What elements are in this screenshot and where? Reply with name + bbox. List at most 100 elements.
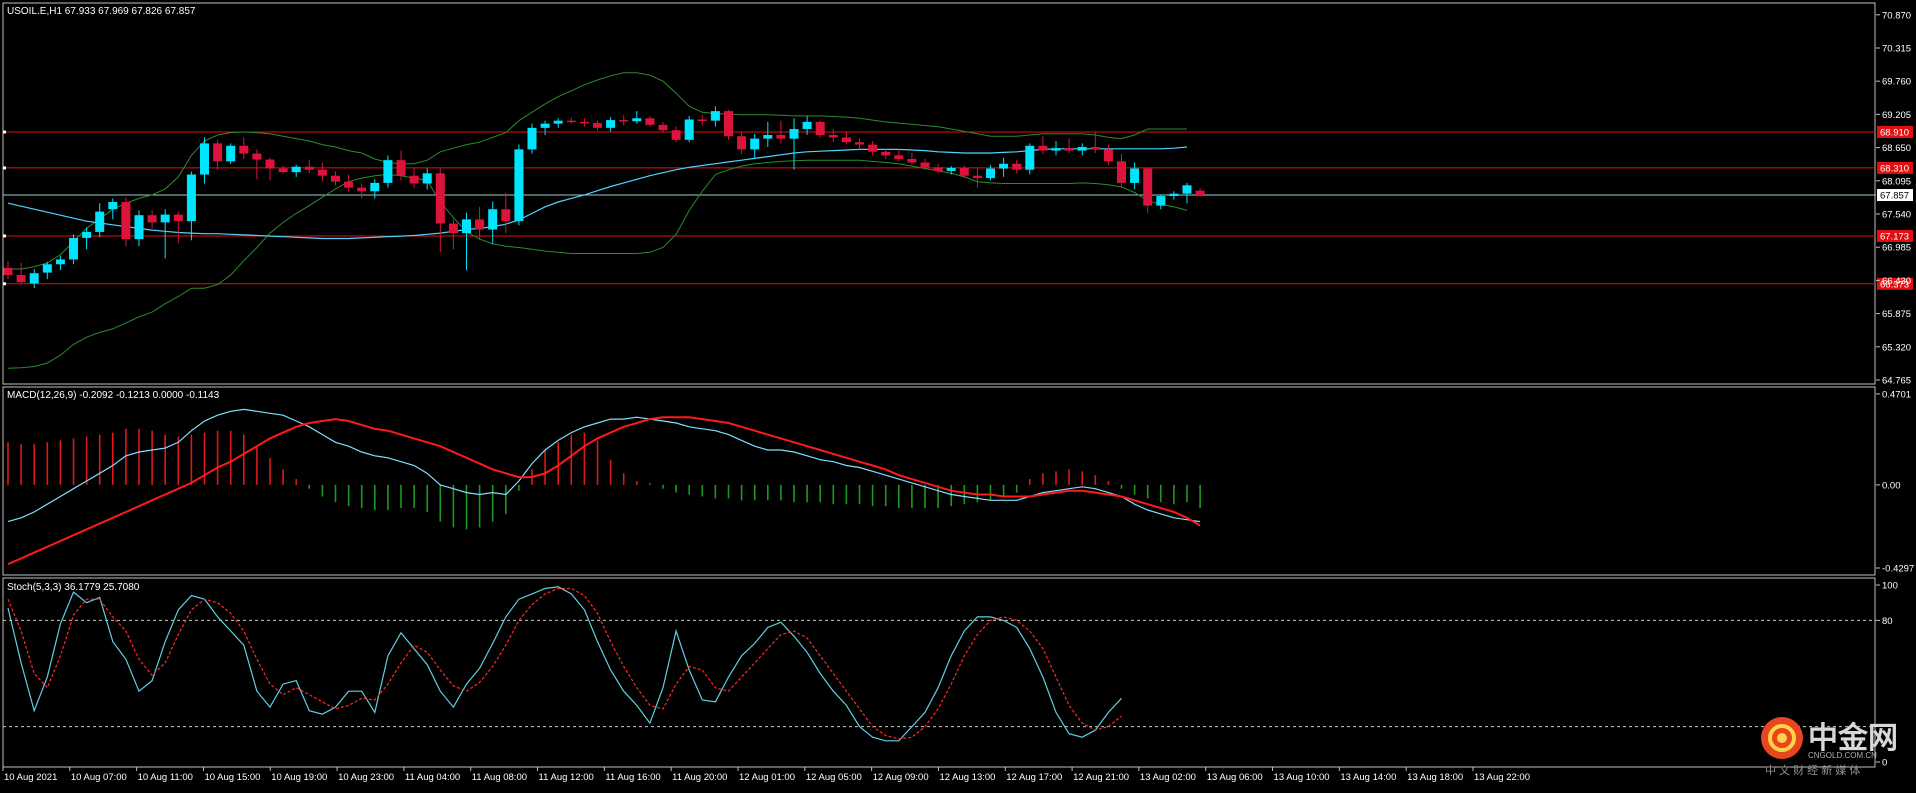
price-level-marker — [3, 282, 6, 286]
candle-body — [1117, 161, 1126, 183]
candle-body — [1025, 145, 1035, 170]
candle-body — [658, 124, 668, 131]
macd-axis: 0.4701 0.00 -0.4297 — [1876, 389, 1914, 575]
candle-body — [95, 211, 105, 232]
candle-body — [1103, 149, 1113, 162]
candle-body — [344, 181, 354, 188]
candle — [1012, 160, 1022, 174]
candle — [1077, 143, 1087, 156]
candle — [160, 209, 170, 259]
macd-tick-label: 0.00 — [1882, 480, 1901, 491]
candle-body — [1169, 193, 1179, 197]
candle-body — [383, 160, 393, 183]
price-level-label: 68.910 — [1880, 128, 1909, 139]
trading-chart[interactable]: 68.910 68.310 67.173 66.373 67.857 70.870 70.… — [0, 0, 1916, 788]
candle-body — [252, 153, 262, 160]
candle — [593, 120, 602, 131]
candle — [540, 120, 550, 136]
bid-price-label: 67.857 — [1880, 191, 1909, 202]
price-tick-label: 69.760 — [1882, 77, 1911, 88]
time-tick-label: 12 Aug 05:00 — [806, 772, 862, 783]
time-tick-label: 10 Aug 11:00 — [138, 772, 193, 783]
candle — [278, 165, 288, 174]
candle-body — [108, 202, 118, 210]
candle-body — [1077, 146, 1087, 151]
time-tick-label: 13 Aug 02:00 — [1140, 772, 1196, 783]
time-tick-label: 10 Aug 2021 — [4, 772, 57, 783]
macd-tick-label: 0.4701 — [1882, 389, 1911, 400]
candle-body — [488, 209, 498, 230]
price-tick-label: 70.315 — [1882, 43, 1911, 54]
price-tick-label: 66.985 — [1882, 243, 1911, 254]
candle-body — [593, 123, 602, 128]
time-tick-label: 13 Aug 22:00 — [1474, 772, 1530, 783]
price-tick-label: 64.765 — [1882, 376, 1911, 387]
candle-body — [540, 123, 550, 128]
candle-body — [134, 215, 144, 240]
candle — [710, 106, 720, 127]
candle-body — [645, 118, 655, 125]
candle — [658, 121, 668, 133]
candle-body — [789, 129, 799, 139]
bollinger-lower-line — [7, 159, 1188, 369]
candle-body — [933, 167, 943, 171]
candle — [1103, 144, 1113, 165]
candle — [907, 152, 917, 165]
candle-body — [213, 143, 223, 162]
stoch-signal-line — [7, 587, 1122, 740]
macd-signal-line — [7, 416, 1201, 566]
candle — [946, 166, 956, 175]
price-pane-title: USOIL.E,H1 67.933 67.969 67.826 67.857 — [7, 6, 196, 17]
candle-body — [265, 159, 275, 169]
candle-body — [239, 145, 249, 154]
time-tick-label: 11 Aug 08:00 — [472, 772, 527, 783]
candle-body — [82, 231, 92, 238]
candle — [1156, 194, 1166, 210]
candle-body — [841, 137, 851, 143]
candle — [553, 118, 563, 128]
candle — [29, 269, 39, 289]
bollinger-bands — [7, 72, 1188, 369]
candle — [750, 133, 760, 158]
moving-average-line — [7, 146, 1188, 240]
candle-body — [619, 120, 629, 122]
price-tick-label: 65.875 — [1882, 309, 1911, 320]
candle-body — [881, 151, 891, 156]
chart-canvas[interactable]: 68.91068.31067.17366.37367.857 70.87070.… — [0, 0, 1916, 788]
price-level-marker — [3, 130, 6, 134]
watermark-slogan: 中 文 财 经 新 媒 体 — [1765, 763, 1860, 777]
time-tick-label: 11 Aug 12:00 — [539, 772, 594, 783]
candle-body — [697, 119, 707, 121]
candle — [331, 171, 340, 186]
time-tick-label: 13 Aug 10:00 — [1274, 772, 1330, 783]
stoch-pane-frame — [2, 577, 1876, 768]
candle-body — [737, 136, 747, 150]
candle — [488, 201, 498, 244]
price-tick-label: 66.430 — [1882, 276, 1911, 287]
candle-body — [776, 135, 786, 139]
candle — [868, 141, 878, 156]
candle-body — [3, 267, 13, 276]
candle-body — [226, 145, 236, 162]
candle — [606, 117, 616, 132]
candle — [737, 132, 747, 155]
candle — [815, 120, 825, 138]
candle-body — [370, 182, 380, 192]
candle — [855, 138, 864, 150]
macd-tick-label: -0.4297 — [1882, 564, 1914, 575]
candle — [304, 159, 314, 174]
bollinger-upper-line — [8, 72, 1187, 270]
time-axis: 10 Aug 2021 10 Aug 07:00 10 Aug 11:00 10 Au… — [2, 767, 1530, 783]
candle-body — [606, 120, 616, 128]
candle-body — [632, 118, 642, 122]
candle-body — [409, 175, 419, 184]
candle-body — [173, 214, 183, 222]
candle-body — [435, 173, 445, 224]
candle — [501, 192, 511, 234]
candle-body — [868, 144, 878, 152]
candle-body — [317, 169, 327, 176]
candle-body — [1182, 185, 1192, 194]
candle — [986, 164, 995, 181]
candle-body — [579, 121, 589, 124]
candle — [527, 123, 537, 154]
